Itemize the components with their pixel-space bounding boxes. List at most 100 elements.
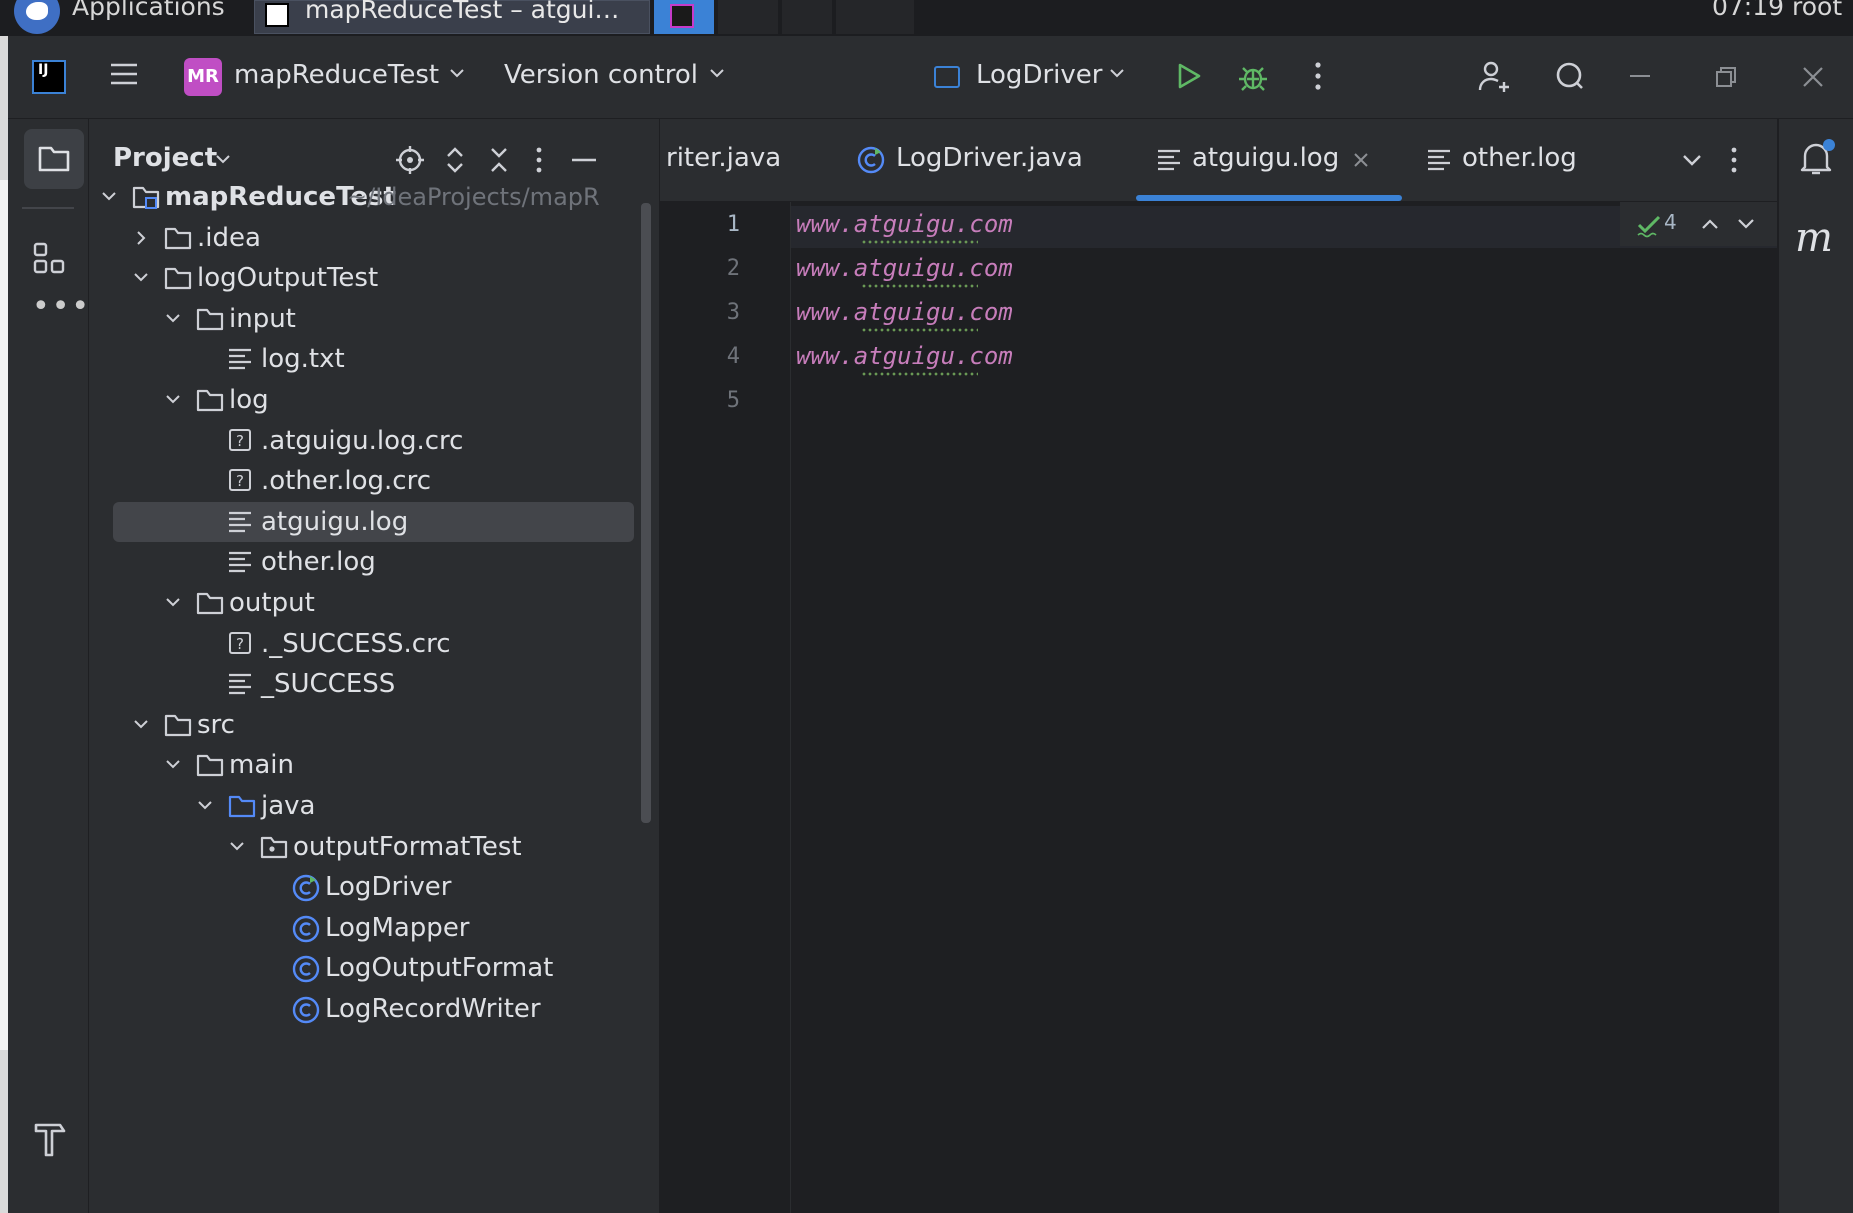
taskbar-window-button-active[interactable]	[654, 0, 714, 34]
chevron-down-icon[interactable]	[131, 717, 151, 733]
tree-row-java[interactable]: java	[89, 786, 634, 827]
options-menu-icon[interactable]	[535, 145, 543, 175]
project-panel-title[interactable]: Project	[113, 143, 217, 173]
os-menu-logo-icon[interactable]	[14, 0, 60, 34]
tree-row-outputformattest[interactable]: outputFormatTest	[89, 827, 634, 868]
chevron-down-icon[interactable]	[163, 392, 183, 408]
typo-underline	[862, 284, 978, 288]
tree-row-other-log[interactable]: other.log	[89, 542, 634, 583]
project-switcher[interactable]: mapReduceTest	[234, 60, 439, 90]
tree-row-log-txt[interactable]: log.txt	[89, 339, 634, 380]
project-tool-window-button[interactable]	[24, 129, 84, 189]
tree-row-main[interactable]: main	[89, 745, 634, 786]
tree-row-input[interactable]: input	[89, 299, 634, 340]
folder-icon	[195, 589, 225, 617]
close-tab-icon[interactable]	[1352, 151, 1370, 169]
code-line: www.atguigu.com	[796, 342, 1013, 370]
close-window-icon[interactable]	[1800, 64, 1826, 90]
notification-badge	[1823, 139, 1835, 151]
tree-row-output[interactable]: output	[89, 583, 634, 624]
locate-file-icon[interactable]	[395, 145, 425, 175]
tree-row-src[interactable]: src	[89, 705, 634, 746]
chevron-down-icon[interactable]	[163, 311, 183, 327]
inspection-widget[interactable]: 4	[1620, 202, 1777, 246]
build-hammer-icon[interactable]	[32, 1119, 68, 1159]
line-number: 5	[726, 388, 740, 413]
show-hidden-tabs-chevron-icon[interactable]	[1680, 151, 1704, 169]
folder-icon	[163, 264, 193, 292]
tree-row-logoutputformat[interactable]: LogOutputFormat	[89, 948, 634, 989]
taskbar-empty-slot[interactable]	[718, 0, 778, 34]
chevron-down-icon[interactable]	[99, 189, 119, 205]
tree-row-atguigu-log[interactable]: atguigu.log	[113, 501, 634, 543]
tree-row-log[interactable]: log	[89, 380, 634, 421]
tree-item-label: .idea	[197, 222, 261, 253]
chevron-down-icon[interactable]	[131, 270, 151, 286]
next-highlight-icon[interactable]	[1736, 216, 1756, 232]
minimize-window-icon[interactable]	[1628, 66, 1652, 86]
search-icon[interactable]	[1554, 60, 1586, 92]
tree-row-success[interactable]: _SUCCESS	[89, 664, 634, 705]
unknown-file-icon: ?	[227, 467, 253, 493]
more-actions-icon[interactable]	[1314, 60, 1322, 92]
folder-icon	[163, 711, 193, 739]
project-badge[interactable]: MR	[184, 58, 222, 96]
version-control-menu[interactable]: Version control	[504, 60, 698, 90]
tree-row-logrecordwriter[interactable]: LogRecordWriter	[89, 989, 634, 1030]
chevron-down-icon[interactable]	[163, 757, 183, 773]
tree-row-logoutputtest[interactable]: logOutputTest	[89, 258, 634, 299]
chevron-down-icon[interactable]	[708, 66, 726, 80]
more-tool-windows-icon[interactable]: •••	[32, 289, 91, 324]
chevron-down-icon[interactable]	[448, 66, 466, 80]
tree-item-label: input	[229, 303, 296, 334]
taskbar-empty-slot[interactable]	[782, 0, 832, 34]
tree-row-mapreducetest[interactable]: mapReduceTest ~/IdeaProjects/mapR	[89, 177, 634, 218]
run-configuration-selector[interactable]: LogDriver	[976, 60, 1102, 90]
chevron-down-icon[interactable]	[215, 153, 231, 165]
taskbar-empty-slot[interactable]	[836, 0, 914, 34]
tab-label: other.log	[1462, 143, 1577, 173]
typo-underline	[862, 372, 978, 376]
tab-writer-java[interactable]: riter.java	[660, 119, 800, 201]
chevron-down-icon[interactable]	[1108, 66, 1126, 80]
line-number-gutter[interactable]: 1 2 3 4 5	[660, 202, 791, 1213]
add-user-icon[interactable]	[1476, 58, 1514, 96]
expand-all-icon[interactable]	[443, 145, 467, 175]
tree-scrollbar[interactable]	[641, 203, 651, 823]
tree-row-logmapper[interactable]: LogMapper	[89, 908, 634, 949]
main-menu-icon[interactable]	[108, 58, 140, 90]
tree-row-atguigu-log-crc[interactable]: ? .atguigu.log.crc	[89, 421, 634, 462]
os-applications-menu[interactable]: Applications	[72, 0, 225, 21]
svg-text:?: ?	[236, 635, 244, 653]
structure-icon[interactable]	[32, 241, 66, 275]
restore-window-icon[interactable]	[1714, 66, 1738, 88]
tab-atguigu-log[interactable]: atguigu.log	[1136, 119, 1402, 201]
tree-row-other-log-crc[interactable]: ? .other.log.crc	[89, 461, 634, 502]
tree-item-label: LogDriver	[325, 872, 452, 903]
hide-panel-icon[interactable]	[569, 145, 599, 175]
tree-row-success-crc[interactable]: ? ._SUCCESS.crc	[89, 624, 634, 665]
os-taskbar: Applications mapReduceTest – atgui… 07:1…	[0, 0, 1853, 36]
tab-other-log[interactable]: other.log	[1426, 119, 1616, 201]
main-toolbar: IJ MR mapReduceTest Version control LogD…	[8, 36, 1853, 119]
run-icon[interactable]	[1172, 60, 1204, 92]
text-file-icon	[227, 345, 253, 371]
tree-item-label: other.log	[261, 547, 376, 578]
text-file-icon	[1426, 147, 1452, 171]
previous-highlight-icon[interactable]	[1700, 216, 1720, 232]
taskbar-window-button[interactable]: mapReduceTest – atgui…	[254, 0, 650, 34]
svg-text:?: ?	[236, 472, 244, 490]
chevron-down-icon[interactable]	[163, 595, 183, 611]
code-editor[interactable]: 1 2 3 4 5 www.atguigu.com www.atguigu.co…	[660, 202, 1777, 1213]
chevron-down-icon[interactable]	[195, 798, 215, 814]
tab-logdriver-java[interactable]: LogDriver.java	[856, 119, 1096, 201]
tab-options-icon[interactable]	[1730, 145, 1738, 175]
maven-m-icon[interactable]: m	[1795, 215, 1833, 261]
chevron-down-icon[interactable]	[227, 839, 247, 855]
collapse-all-icon[interactable]	[487, 145, 511, 175]
typo-underline	[862, 240, 978, 244]
chevron-right-icon[interactable]	[131, 230, 151, 246]
tree-row-idea[interactable]: .idea	[89, 218, 634, 259]
debug-bug-icon[interactable]	[1236, 60, 1270, 94]
tree-row-logdriver[interactable]: LogDriver	[89, 867, 634, 908]
